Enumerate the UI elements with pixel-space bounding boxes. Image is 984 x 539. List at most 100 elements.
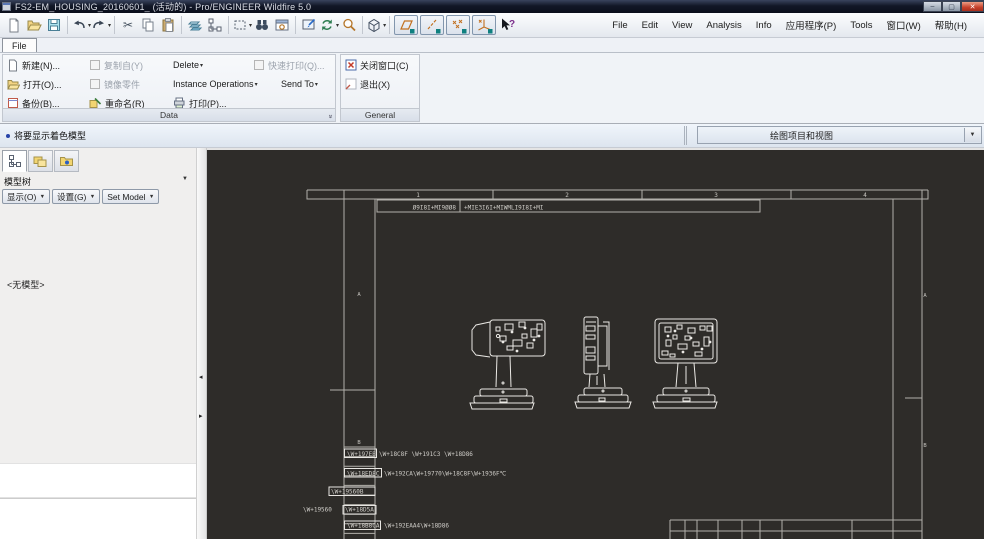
zone-row-a-right: A bbox=[923, 293, 927, 299]
mirror-part-button[interactable]: 镜像零件 bbox=[89, 76, 140, 92]
ribbon-group-general: 关闭窗口(C) 退出(X) General bbox=[340, 54, 420, 122]
exit-button[interactable]: 退出(X) bbox=[345, 76, 390, 92]
new-button[interactable]: 新建(N)... bbox=[7, 57, 60, 73]
menu-window[interactable]: 窗口(W) bbox=[880, 18, 928, 32]
menu-applications[interactable]: 应用程序(P) bbox=[779, 18, 844, 32]
open-button[interactable]: 打开(O)... bbox=[7, 76, 62, 92]
close-window-button[interactable]: 关闭窗口(C) bbox=[345, 57, 409, 73]
zone-row-b-right: B bbox=[923, 443, 927, 449]
maximize-button[interactable]: ▢ bbox=[942, 1, 961, 12]
menu-help[interactable]: 帮助(H) bbox=[928, 18, 974, 32]
front-view[interactable] bbox=[470, 320, 545, 409]
menu-tools[interactable]: Tools bbox=[843, 20, 879, 31]
notes-block: \W+197EB \W+18C8F \W+191C3 \W+18D86 \W+1… bbox=[303, 449, 507, 530]
ribbon: 新建(N)... 复制自(Y) Delete▾ 快速打印(Q)... 打开(O)… bbox=[0, 52, 984, 124]
tree-menu-chevron-icon[interactable]: ▼ bbox=[182, 176, 188, 182]
model-tree-icon[interactable] bbox=[205, 15, 225, 35]
zone-row-b-left: B bbox=[357, 440, 361, 446]
repaint-icon[interactable] bbox=[299, 15, 319, 35]
send-to-button[interactable]: Send To▾ bbox=[281, 76, 318, 92]
instance-operations-button[interactable]: Instance Operations▾ bbox=[173, 76, 258, 92]
saved-views-icon[interactable]: ▾ bbox=[366, 15, 386, 35]
zone-col-4: 4 bbox=[863, 192, 867, 199]
datum-plane-toggle-icon[interactable] bbox=[394, 15, 418, 35]
new-file-icon[interactable] bbox=[4, 15, 24, 35]
drawing-canvas[interactable]: 1 2 3 4 A A B B Ø9I8I+MI9ØØ8 +MIE3I6I+MI… bbox=[207, 150, 984, 539]
find-icon[interactable] bbox=[252, 15, 272, 35]
app-icon[interactable] bbox=[2, 2, 11, 11]
window-title: FS2-EM_HOUSING_20160601_ (活动的) - Pro/ENG… bbox=[15, 0, 311, 13]
chevron-down-icon[interactable]: ▼ bbox=[964, 128, 980, 142]
combobox-value: 绘图项目和视图 bbox=[770, 129, 833, 142]
save-icon[interactable] bbox=[44, 15, 64, 35]
datum-point-toggle-icon[interactable] bbox=[446, 15, 470, 35]
folder-browser-tab[interactable] bbox=[54, 150, 79, 172]
group-collapse-chevron[interactable]: » bbox=[327, 115, 334, 119]
datum-csys-toggle-icon[interactable] bbox=[472, 15, 496, 35]
layer-tree-tab[interactable] bbox=[28, 150, 53, 172]
minimize-button[interactable]: – bbox=[923, 1, 942, 12]
note-row-rest: \W+192EAA4\W+18D86 bbox=[384, 523, 449, 530]
menu-view[interactable]: View bbox=[665, 20, 699, 31]
panel-lower-section bbox=[0, 498, 196, 539]
close-button[interactable]: ✕ bbox=[961, 1, 984, 12]
zoom-icon[interactable] bbox=[339, 15, 359, 35]
quick-print-button[interactable]: 快速打印(Q)... bbox=[253, 57, 325, 73]
datum-axis-toggle-icon[interactable] bbox=[420, 15, 444, 35]
copy-icon[interactable] bbox=[138, 15, 158, 35]
undo-icon[interactable]: ▾ bbox=[71, 15, 91, 35]
model-tree-body[interactable]: <无模型> bbox=[0, 206, 196, 539]
menu-info[interactable]: Info bbox=[749, 20, 779, 31]
note-row-pre: \W+19560 bbox=[303, 507, 332, 514]
search-window-icon[interactable] bbox=[272, 15, 292, 35]
menu-analysis[interactable]: Analysis bbox=[699, 20, 748, 31]
delete-button[interactable]: Delete▾ bbox=[173, 57, 203, 73]
note-row-rest: \W+192CA\W+19770\W+18C8F\W+1936F℃ bbox=[384, 471, 507, 478]
navigator-panel: 模型树 ▼ 显示(O) ▼ 设置(G) ▼ Set Model ▼ <无模型> bbox=[0, 148, 197, 539]
copy-from-icon bbox=[89, 59, 101, 71]
side-view[interactable] bbox=[575, 317, 631, 408]
note-row-rest: \W+18C8F \W+191C3 \W+18D86 bbox=[379, 451, 473, 458]
note-row-box: \W+18B8CA bbox=[347, 523, 380, 530]
note-row-box: \W+18ED8C bbox=[347, 471, 380, 478]
collapse-left-icon[interactable]: ◂ bbox=[199, 373, 203, 381]
mirror-part-icon bbox=[89, 78, 101, 90]
ribbon-tab-row: File bbox=[0, 38, 984, 52]
ribbon-group-data: 新建(N)... 复制自(Y) Delete▾ 快速打印(Q)... 打开(O)… bbox=[2, 54, 336, 122]
rear-view[interactable] bbox=[653, 319, 717, 408]
tree-title: 模型树 bbox=[4, 175, 31, 188]
group-label-general: General bbox=[341, 108, 419, 121]
select-box-icon[interactable]: ▾ bbox=[232, 15, 252, 35]
cut-icon[interactable]: ✂ bbox=[118, 15, 138, 35]
menu-file[interactable]: File bbox=[605, 20, 634, 31]
zone-col-3: 3 bbox=[714, 192, 718, 199]
settings-dropdown-button[interactable]: 设置(G) ▼ bbox=[52, 189, 100, 204]
panel-splitter[interactable]: ◂ ▸ bbox=[197, 148, 207, 539]
open-icon[interactable] bbox=[24, 15, 44, 35]
show-dropdown-button[interactable]: 显示(O) ▼ bbox=[2, 189, 50, 204]
drawing-items-combobox[interactable]: 绘图项目和视图 ▼ bbox=[697, 126, 982, 144]
titlebar: FS2-EM_HOUSING_20160601_ (活动的) - Pro/ENG… bbox=[0, 0, 984, 13]
svg-text:?: ? bbox=[509, 19, 515, 30]
toolbar-separator bbox=[228, 16, 229, 34]
set-model-dropdown-button[interactable]: Set Model ▼ bbox=[102, 189, 159, 204]
main-area: 模型树 ▼ 显示(O) ▼ 设置(G) ▼ Set Model ▼ <无模型> … bbox=[0, 148, 984, 539]
status-divider bbox=[684, 126, 685, 145]
expand-right-icon[interactable]: ▸ bbox=[199, 412, 203, 420]
refresh-icon[interactable]: ▾ bbox=[319, 15, 339, 35]
new-file-icon bbox=[7, 59, 19, 72]
tab-file[interactable]: File bbox=[2, 38, 37, 52]
layers-icon[interactable] bbox=[185, 15, 205, 35]
menu-edit[interactable]: Edit bbox=[635, 20, 665, 31]
toolbar-separator bbox=[181, 16, 182, 34]
redo-icon[interactable]: ▾ bbox=[91, 15, 111, 35]
paste-icon[interactable] bbox=[158, 15, 178, 35]
open-icon bbox=[7, 78, 20, 90]
model-tree-tab[interactable] bbox=[2, 150, 27, 172]
context-help-icon[interactable]: ? bbox=[497, 15, 517, 35]
zone-row-a-left: A bbox=[357, 292, 361, 298]
navigator-tabs bbox=[2, 150, 80, 172]
no-model-label: <无模型> bbox=[7, 278, 45, 291]
copy-from-button[interactable]: 复制自(Y) bbox=[89, 57, 143, 73]
toolbar-separator bbox=[295, 16, 296, 34]
